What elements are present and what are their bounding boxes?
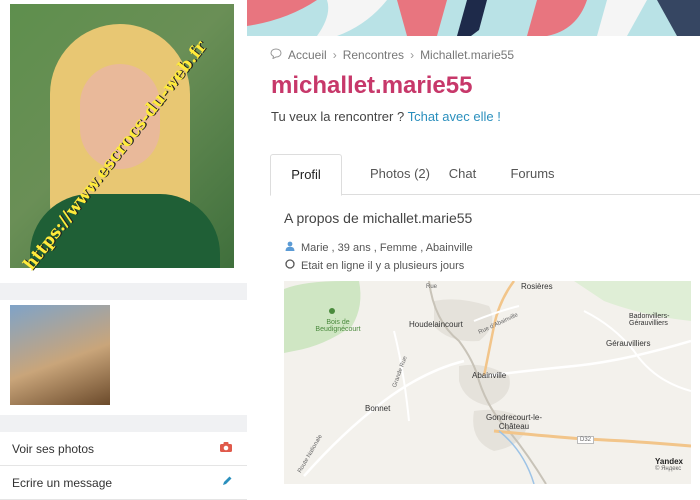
map-label-badonvillers: Badonvillers-Gérauvilliers	[629, 313, 670, 327]
online-status: Etait en ligne il y a plusieurs jours	[285, 259, 464, 272]
pencil-icon	[221, 475, 233, 490]
breadcrumb-separator-icon: ›	[410, 48, 415, 62]
map-provider-copyright: © Яндекс	[654, 466, 682, 472]
write-message-label: Ecrire un message	[12, 475, 113, 490]
map-label-d32: D32	[577, 436, 595, 444]
map-label-bois: Bois de Beudignécourt	[315, 319, 361, 333]
photo-thumbnail[interactable]	[10, 305, 110, 405]
online-status-text: Etait en ligne il y a plusieurs jours	[301, 259, 465, 272]
left-column: https://www.escrocs-du-web.fr Voir ses p…	[0, 0, 247, 500]
meet-prompt: Tu veux la rencontrer ? Tchat avec elle …	[271, 109, 501, 124]
write-message-action[interactable]: Ecrire un message	[0, 466, 247, 500]
map-label-gerauvilliers: Gérauvilliers	[606, 339, 651, 348]
profile-details-text: Marie , 39 ans , Femme , Abainville	[301, 241, 473, 254]
profile-username: michallet.marie55	[271, 72, 473, 99]
view-photos-label: Voir ses photos	[12, 441, 95, 456]
breadcrumb-rencontres[interactable]: Rencontres	[343, 48, 404, 62]
tab-profil[interactable]: Profil	[270, 154, 342, 196]
map-provider-logo[interactable]: Yandex © Яндекс	[655, 457, 683, 472]
tab-forums[interactable]: Forums	[500, 154, 565, 194]
breadcrumb-current: Michallet.marie55	[420, 48, 515, 62]
map-label-gondrecourt: Gondrecourt-le-Château	[485, 413, 543, 431]
map-label-bonnet: Bonnet	[365, 404, 391, 413]
map-label-houdelaincourt: Houdelaincourt	[409, 320, 463, 329]
breadcrumb-home[interactable]: Accueil	[288, 48, 327, 62]
map-label-rosieres: Rosières	[521, 282, 553, 291]
map-provider-name: Yandex	[654, 457, 683, 466]
profile-details: Marie , 39 ans , Femme , Abainville	[285, 241, 473, 254]
map-label-rue: Rue	[426, 284, 438, 290]
breadcrumb: Accueil › Rencontres › Michallet.marie55	[270, 48, 514, 62]
about-title: A propos de michallet.marie55	[284, 210, 473, 226]
location-map[interactable]: Rosières Bois de Beudignécourt Houdelain…	[284, 281, 691, 484]
profile-tabs: Profil Photos (2) Chat Forums	[270, 154, 700, 196]
breadcrumb-separator-icon: ›	[332, 48, 337, 62]
map-label-abainville: Abainville	[472, 371, 507, 380]
profile-actions: Voir ses photos Ecrire un message	[0, 432, 247, 500]
thumbnail-card	[0, 300, 247, 415]
chat-bubble-icon	[270, 48, 282, 62]
status-circle-icon	[285, 259, 295, 272]
user-icon	[285, 241, 295, 254]
header-banner	[247, 0, 700, 36]
main-panel: Accueil › Rencontres › Michallet.marie55…	[247, 0, 700, 500]
camera-icon	[219, 441, 233, 456]
tab-chat[interactable]: Chat	[440, 154, 485, 194]
profile-photo-card: https://www.escrocs-du-web.fr	[0, 0, 247, 283]
tab-photos[interactable]: Photos (2)	[355, 154, 445, 194]
view-photos-action[interactable]: Voir ses photos	[0, 432, 247, 466]
chat-link[interactable]: Tchat avec elle !	[408, 109, 501, 124]
meet-prompt-text: Tu veux la rencontrer ?	[271, 109, 405, 124]
